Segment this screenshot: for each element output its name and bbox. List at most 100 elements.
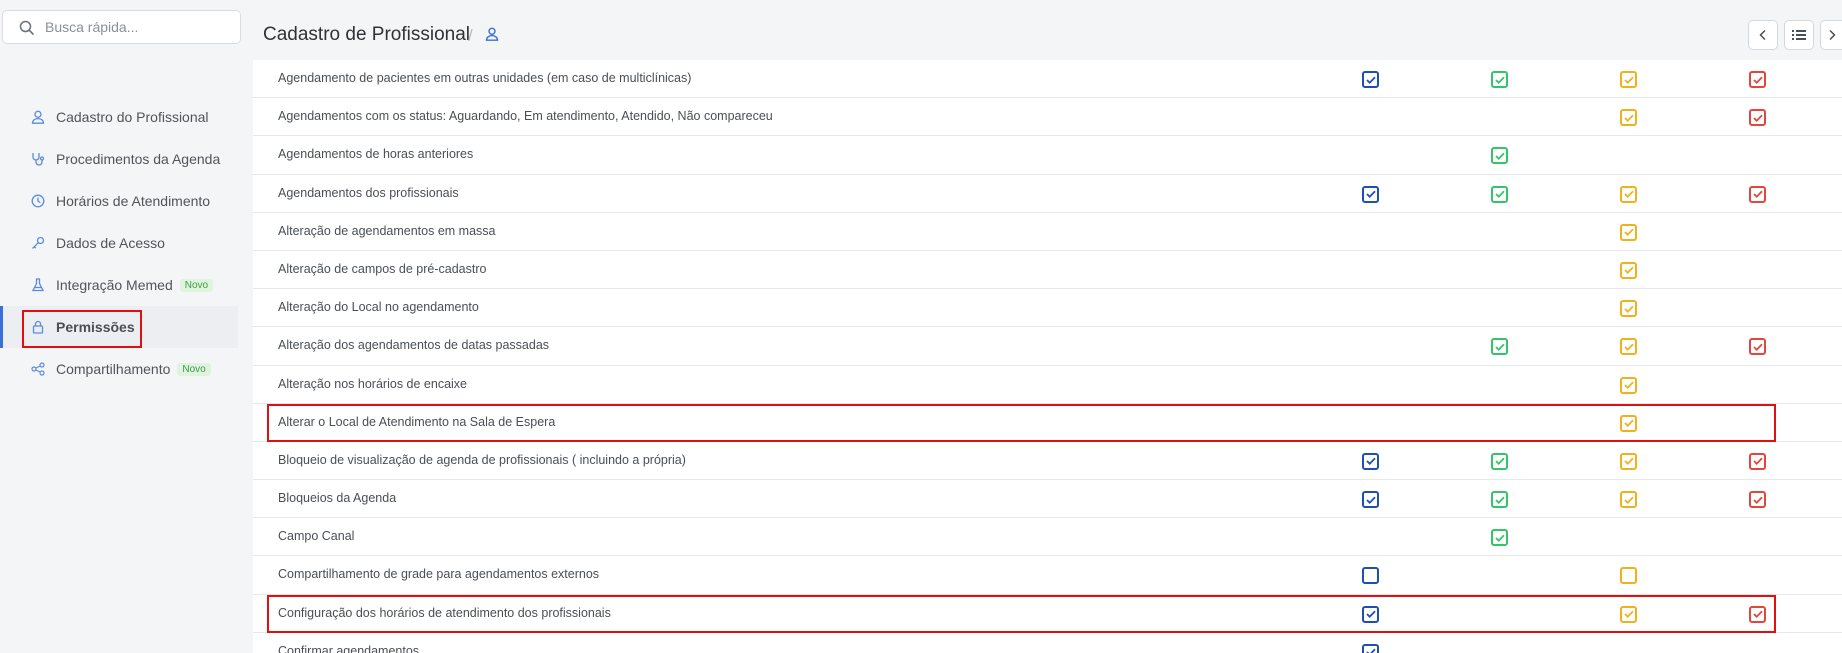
checkbox-checked[interactable] xyxy=(1491,147,1508,165)
permission-label: Agendamentos de horas anteriores xyxy=(278,147,474,162)
table-row: Alteração nos horários de encaixe xyxy=(253,366,1842,404)
permission-label: Configuração dos horários de atendimento… xyxy=(278,605,611,620)
checkbox-checked[interactable] xyxy=(1620,414,1637,432)
table-row: Bloqueio de visualização de agenda de pr… xyxy=(253,442,1842,481)
permissions-table: Agendamento de pacientes em outras unida… xyxy=(253,60,1842,653)
checkbox-checked[interactable] xyxy=(1620,300,1637,318)
table-row: Alteração do Local no agendamento xyxy=(253,289,1842,328)
sidebar-item-compartilhamento[interactable]: Compartilhamento Novo xyxy=(0,348,238,390)
checkbox-checked[interactable] xyxy=(1620,261,1637,279)
permission-label: Agendamento de pacientes em outras unida… xyxy=(278,71,692,85)
sidebar-item-label: Dados de Acesso xyxy=(56,235,165,251)
checkbox-checked[interactable] xyxy=(1749,452,1766,470)
checkbox-checked[interactable] xyxy=(1620,376,1637,394)
permission-label: Alteração nos horários de encaixe xyxy=(278,376,468,391)
check-icon xyxy=(1365,648,1376,653)
checkbox-checked[interactable] xyxy=(1362,185,1379,203)
check-icon xyxy=(1365,76,1376,84)
sidebar-item-dados-de-acesso[interactable]: Dados de Acesso xyxy=(0,222,238,264)
checkbox-checked[interactable] xyxy=(1749,109,1766,127)
check-icon xyxy=(1494,343,1505,351)
checkbox-checked[interactable] xyxy=(1749,71,1766,88)
checkbox-checked[interactable] xyxy=(1362,605,1379,623)
table-row: Agendamentos dos profissionais xyxy=(253,175,1842,213)
checkbox-checked[interactable] xyxy=(1749,185,1766,203)
new-badge: Novo xyxy=(177,362,211,376)
checkbox-checked[interactable] xyxy=(1620,71,1637,88)
sidebar-item-horarios-de-atendimento[interactable]: Horários de Atendimento xyxy=(0,180,238,222)
sidebar-item-label: Procedimentos da Agenda xyxy=(56,151,221,167)
checkbox-checked[interactable] xyxy=(1749,491,1766,509)
table-row: Bloqueios da Agenda xyxy=(253,480,1842,519)
check-icon xyxy=(1365,458,1376,466)
user-icon xyxy=(485,27,499,41)
permission-label: Alteração do Local no agendamento xyxy=(278,300,479,315)
stethoscope-icon xyxy=(30,151,46,167)
check-icon xyxy=(1623,343,1634,351)
sidebar-item-procedimentos-da-agenda[interactable]: Procedimentos da Agenda xyxy=(0,138,238,180)
next-button[interactable] xyxy=(1820,20,1842,50)
check-icon xyxy=(1365,610,1376,619)
checkbox-checked[interactable] xyxy=(1362,452,1379,470)
checkbox-checked[interactable] xyxy=(1491,71,1508,88)
checkbox-checked[interactable] xyxy=(1362,491,1379,509)
checkbox-checked[interactable] xyxy=(1491,491,1508,509)
user-icon xyxy=(30,109,46,125)
table-row: Configuração dos horários de atendimento… xyxy=(253,595,1842,633)
checkbox-checked[interactable] xyxy=(1749,605,1766,623)
checkbox-checked[interactable] xyxy=(1362,643,1379,653)
check-icon xyxy=(1494,152,1505,160)
clock-icon xyxy=(30,193,46,209)
table-row: Alteração de campos de pré-cadastro xyxy=(253,251,1842,290)
permission-label: Alteração de campos de pré-cadastro xyxy=(278,261,487,276)
checkbox-checked[interactable] xyxy=(1491,529,1508,547)
checkbox-checked[interactable] xyxy=(1620,491,1637,509)
permission-label: Alteração dos agendamentos de datas pass… xyxy=(278,338,550,353)
checkbox-checked[interactable] xyxy=(1491,185,1508,203)
new-badge: Novo xyxy=(179,278,214,292)
sidebar-item-label: Integração Memed xyxy=(56,277,173,293)
checkbox-checked[interactable] xyxy=(1491,452,1508,470)
checkbox-checked[interactable] xyxy=(1620,223,1637,241)
table-row: Compartilhamento de grade para agendamen… xyxy=(253,556,1842,595)
permission-label: Agendamentos com os status: Aguardando, … xyxy=(278,109,773,124)
flask-icon xyxy=(30,277,46,293)
sidebar-item-permissoes[interactable]: Permissões xyxy=(0,306,238,348)
checkbox-checked[interactable] xyxy=(1362,71,1379,88)
prev-button[interactable] xyxy=(1748,20,1778,50)
sidebar-item-cadastro-do-profissional[interactable]: Cadastro do Profissional xyxy=(0,96,238,138)
search-box[interactable] xyxy=(2,10,241,44)
checkbox-checked[interactable] xyxy=(1491,338,1508,356)
table-row: Alteração dos agendamentos de datas pass… xyxy=(253,327,1842,366)
checkbox-unchecked[interactable] xyxy=(1620,567,1637,585)
key-icon xyxy=(30,235,46,251)
permission-label: Bloqueios da Agenda xyxy=(278,491,397,506)
checkbox-checked[interactable] xyxy=(1620,452,1637,470)
check-icon xyxy=(1623,419,1634,428)
check-icon xyxy=(1623,228,1634,237)
checkbox-checked[interactable] xyxy=(1620,185,1637,203)
search-input[interactable] xyxy=(45,17,230,37)
check-icon xyxy=(1752,458,1763,466)
checkbox-checked[interactable] xyxy=(1620,605,1637,623)
check-icon xyxy=(1623,496,1634,504)
check-icon xyxy=(1494,496,1505,504)
sidebar-nav: Cadastro do Profissional Procedimentos da… xyxy=(0,96,238,390)
checkbox-checked[interactable] xyxy=(1749,338,1766,356)
permission-label: Agendamentos dos profissionais xyxy=(278,185,459,200)
share-icon xyxy=(30,361,46,377)
sidebar-item-label: Compartilhamento xyxy=(56,361,171,377)
checkbox-unchecked[interactable] xyxy=(1362,567,1379,585)
check-icon xyxy=(1752,496,1763,504)
sidebar-item-label: Cadastro do Profissional xyxy=(56,109,209,125)
sidebar-item-integracao-memed[interactable]: Integração Memed Novo xyxy=(0,264,238,306)
search-icon xyxy=(19,20,35,36)
permission-label: Compartilhamento de grade para agendamen… xyxy=(278,567,600,582)
check-icon xyxy=(1623,305,1634,313)
checkbox-checked[interactable] xyxy=(1620,109,1637,127)
table-row: Alterar o Local de Atendimento na Sala d… xyxy=(253,404,1842,442)
chevron-right-icon xyxy=(1828,29,1836,41)
check-icon xyxy=(1494,76,1505,84)
checkbox-checked[interactable] xyxy=(1620,338,1637,356)
list-view-button[interactable] xyxy=(1784,20,1814,50)
